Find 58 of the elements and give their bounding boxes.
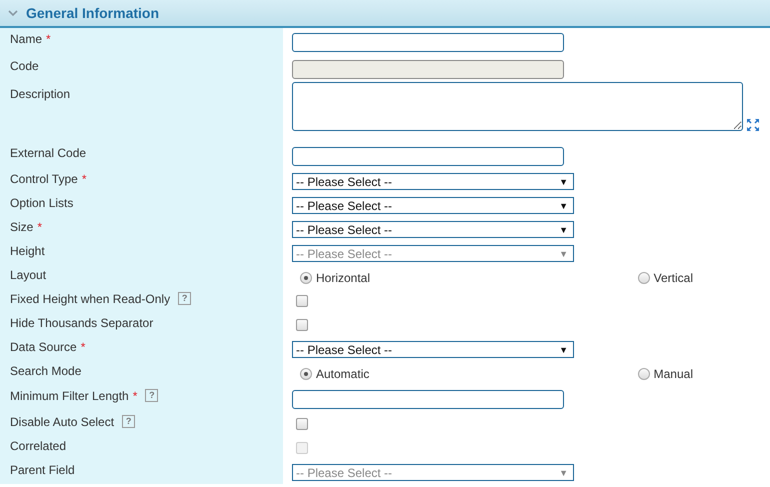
required-mark: * — [82, 172, 86, 186]
text-field[interactable] — [292, 33, 564, 52]
caret-icon: ▼ — [559, 248, 568, 258]
dropdown[interactable]: -- Please Select -- ▼ — [292, 197, 574, 214]
text-field[interactable] — [292, 390, 564, 409]
field-label: Minimum Filter Length — [10, 389, 129, 403]
radio-label: Vertical — [654, 271, 693, 285]
radio-button[interactable] — [300, 272, 312, 284]
dropdown[interactable]: -- Please Select -- ▼ — [292, 341, 574, 358]
field-label: Data Source — [10, 340, 77, 354]
caret-icon: ▼ — [559, 224, 568, 234]
checkbox[interactable] — [296, 418, 308, 430]
radio-button[interactable] — [638, 368, 650, 380]
section-title: General Information — [26, 5, 160, 21]
expand-icon[interactable] — [746, 118, 760, 132]
checkbox[interactable] — [296, 319, 308, 331]
section-header[interactable]: General Information — [0, 0, 770, 28]
field-label: Option Lists — [10, 196, 74, 210]
caret-icon: ▼ — [559, 176, 568, 186]
field-label: Control Type — [10, 172, 78, 186]
field-label: Fixed Height when Read-Only — [10, 292, 170, 306]
field-label: Search Mode — [10, 364, 82, 378]
field-label: Parent Field — [10, 463, 75, 477]
radio-option[interactable]: Horizontal — [300, 271, 370, 285]
required-mark: * — [37, 220, 42, 234]
required-mark: * — [46, 32, 51, 46]
required-mark: * — [132, 389, 138, 403]
description-field[interactable] — [292, 82, 743, 131]
text-field[interactable] — [292, 147, 564, 166]
dropdown[interactable]: -- Please Select -- ▼ — [292, 221, 574, 238]
field-label: Description — [10, 87, 70, 101]
field-label: Hide Thousands Separator — [10, 316, 154, 330]
radio-label: Automatic — [316, 367, 370, 381]
radio-option[interactable]: Vertical — [638, 271, 693, 285]
radio-button[interactable] — [300, 368, 312, 380]
field-label: Size — [10, 220, 34, 234]
dropdown[interactable]: -- Please Select -- ▼ — [292, 173, 574, 190]
radio-label: Horizontal — [316, 271, 370, 285]
field-label: Height — [10, 244, 45, 258]
field-label: External Code — [10, 146, 86, 160]
checkbox[interactable] — [296, 295, 308, 307]
caret-icon: ▼ — [559, 200, 568, 210]
chevron-icon[interactable] — [8, 10, 18, 16]
radio-option[interactable]: Automatic — [300, 367, 370, 381]
help-icon[interactable]: ? — [145, 389, 158, 402]
help-icon[interactable]: ? — [178, 292, 192, 305]
field-label: Layout — [10, 268, 46, 282]
field-label: Correlated — [10, 439, 66, 453]
help-icon[interactable]: ? — [122, 415, 136, 428]
required-mark: * — [80, 340, 86, 354]
radio-label: Manual — [654, 367, 693, 381]
field-label: Code — [10, 59, 39, 73]
caret-icon: ▼ — [559, 344, 568, 354]
field-label: Disable Auto Select — [10, 415, 114, 429]
caret-icon: ▼ — [559, 468, 568, 478]
radio-button[interactable] — [638, 272, 650, 284]
radio-option[interactable]: Manual — [638, 367, 693, 381]
field-label: Name — [10, 32, 42, 46]
